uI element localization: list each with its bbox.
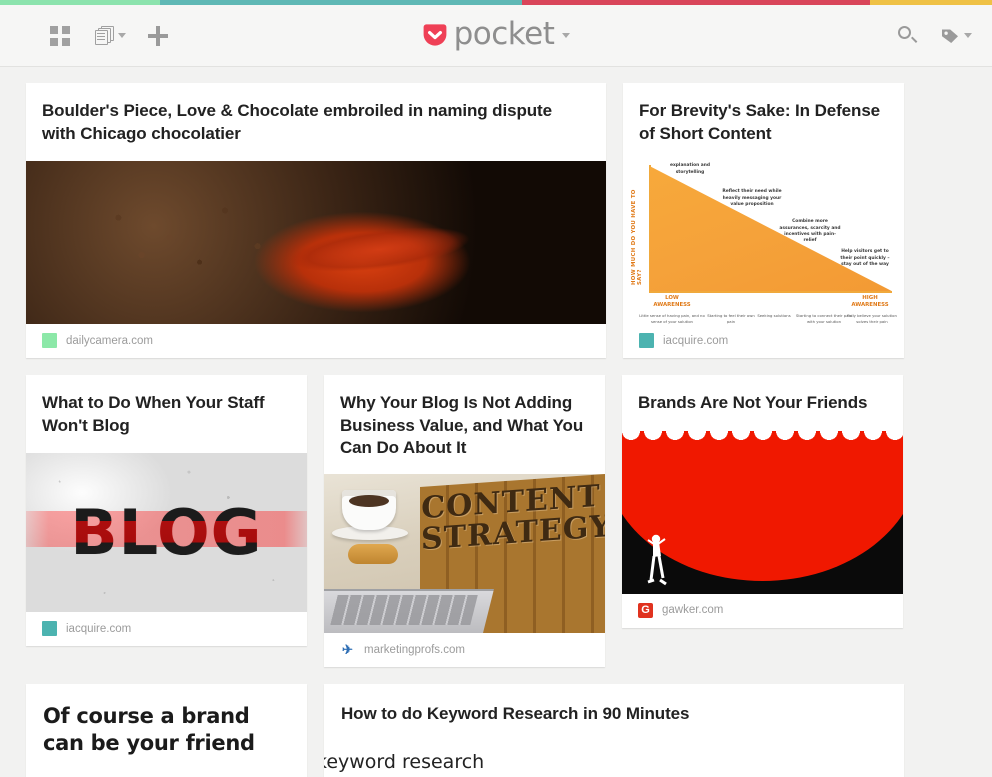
- card-thumbnail-blog-graffiti: BLOG: [26, 453, 307, 613]
- stacked-documents-icon: [92, 25, 114, 46]
- article-card-what-to-do-staff[interactable]: What to Do When Your Staff Won't Blog BL…: [26, 375, 307, 647]
- wood-type-text: CONTENT STRATEGY: [421, 479, 605, 557]
- view-mode-dropdown[interactable]: [92, 25, 126, 46]
- search-icon: [898, 25, 918, 46]
- article-grid: Boulder's Piece, Love & Chocolate embroi…: [0, 67, 992, 777]
- tags-dropdown[interactable]: [940, 27, 972, 45]
- card-domain: gawker.com: [662, 604, 724, 617]
- croissant-shape: [348, 544, 398, 565]
- header-right-tools: [898, 5, 972, 66]
- grid-icon: [50, 25, 70, 46]
- card-title: How to do Keyword Research in 90 Minutes: [341, 704, 690, 724]
- article-card-for-brevitys-sake[interactable]: For Brevity's Sake: In Defense of Short …: [623, 83, 904, 359]
- account-chevron-down-icon[interactable]: [562, 33, 571, 38]
- favicon: [42, 333, 57, 349]
- grid-row-1: Boulder's Piece, Love & Chocolate embroi…: [26, 83, 966, 359]
- card-footer: G gawker.com: [622, 594, 903, 628]
- card-footer: ✈ marketingprofs.com: [324, 633, 605, 667]
- grid-view-button[interactable]: [50, 25, 70, 46]
- app-header: pocket: [0, 5, 992, 67]
- card-footer: iacquire.com: [26, 612, 307, 646]
- card-footer: iacquire.com: [623, 324, 904, 358]
- card-domain: iacquire.com: [66, 622, 132, 635]
- favicon: G: [638, 602, 653, 618]
- card-domain: dailycamera.com: [66, 334, 153, 347]
- chevron-down-icon: [118, 33, 126, 38]
- serp-search-box: keyword research: [324, 743, 904, 777]
- add-item-button[interactable]: [148, 25, 168, 46]
- search-button[interactable]: [898, 25, 918, 46]
- article-card-brands-not-friends[interactable]: Brands Are Not Your Friends G gawker.com: [622, 375, 903, 628]
- chart-x-sublabel-2: Seeking solutions: [757, 313, 791, 319]
- favicon: ✈: [340, 642, 355, 658]
- graffiti-word: BLOG: [70, 496, 263, 570]
- chevron-down-icon: [964, 33, 972, 38]
- serp-query-text: keyword research: [324, 750, 485, 773]
- pocket-logo-button[interactable]: pocket: [422, 16, 571, 52]
- chart-y-axis-label: HOW MUCH DO YOU HAVE TO SAY?: [631, 189, 643, 286]
- card-title: Boulder's Piece, Love & Chocolate embroi…: [42, 101, 552, 143]
- card-thumbnail-gawker: [622, 430, 903, 594]
- chart-x-sublabel-4: Fully believe your solution solves their…: [847, 313, 897, 324]
- article-card-why-your-blog[interactable]: Why Your Blog Is Not Adding Business Val…: [324, 375, 605, 668]
- article-card-of-course-a-brand[interactable]: Of course a brand can be your friend Sam…: [26, 684, 307, 777]
- card-thumbnail-chocolate: [26, 161, 606, 325]
- chart-x-endpoint-high: HIGH AWARENESS: [851, 295, 889, 309]
- card-thumbnail-content-strategy: CONTENT STRATEGY: [324, 474, 605, 634]
- pocket-logo-text: pocket: [453, 16, 555, 52]
- card-thumbnail-awareness-chart: HOW MUCH DO YOU HAVE TO SAY? explanation…: [623, 161, 904, 325]
- chart-annotation-2: Combine more assurances, scarcity and in…: [779, 219, 841, 244]
- card-title: Of course a brand can be your friend: [43, 704, 255, 755]
- chart-area-fill: [650, 166, 892, 292]
- chart-annotation-3: Help visitors get to their point quickly…: [840, 249, 890, 267]
- card-domain: iacquire.com: [663, 334, 729, 347]
- grid-row-2: What to Do When Your Staff Won't Blog BL…: [26, 375, 966, 668]
- scallop-edge: [622, 430, 903, 444]
- favicon: [639, 333, 654, 349]
- card-title: What to Do When Your Staff Won't Blog: [42, 393, 265, 435]
- keyboard-shape: [330, 595, 478, 626]
- favicon: [42, 621, 57, 637]
- card-title: Brands Are Not Your Friends: [638, 393, 868, 413]
- card-domain: marketingprofs.com: [364, 643, 465, 656]
- chart-x-sublabel-0: Little sense of having pain, and no sens…: [639, 313, 705, 324]
- card-title: For Brevity's Sake: In Defense of Short …: [639, 101, 881, 143]
- coffee-cup-shape: [342, 490, 396, 531]
- card-title: Why Your Blog Is Not Adding Business Val…: [340, 393, 584, 458]
- chart-x-sublabel-1: Starting to feel their own pain: [707, 313, 755, 324]
- pocket-logo-mark-icon: [422, 23, 448, 49]
- chart-x-endpoint-low: LOW AWARENESS: [653, 295, 691, 309]
- tag-icon: [940, 27, 960, 45]
- chart-annotation-0: explanation and storytelling: [669, 163, 710, 175]
- header-left-tools: [50, 25, 168, 46]
- card-thumbnail-google-serp: keyword research Web Videos Images Books…: [324, 742, 904, 777]
- article-card-keyword-research[interactable]: How to do Keyword Research in 90 Minutes…: [324, 684, 904, 777]
- plus-icon: [148, 25, 168, 46]
- card-excerpt: Sam, I've been trying to understand the …: [26, 767, 307, 777]
- chart-annotation-1: Reflect their need while heavily messagi…: [722, 189, 782, 207]
- grid-row-3: Of course a brand can be your friend Sam…: [26, 684, 966, 777]
- golfer-silhouette-icon: [644, 530, 670, 588]
- chart-x-axis: [649, 291, 892, 293]
- card-footer: dailycamera.com: [26, 324, 606, 358]
- article-card-boulders-piece[interactable]: Boulder's Piece, Love & Chocolate embroi…: [26, 83, 606, 359]
